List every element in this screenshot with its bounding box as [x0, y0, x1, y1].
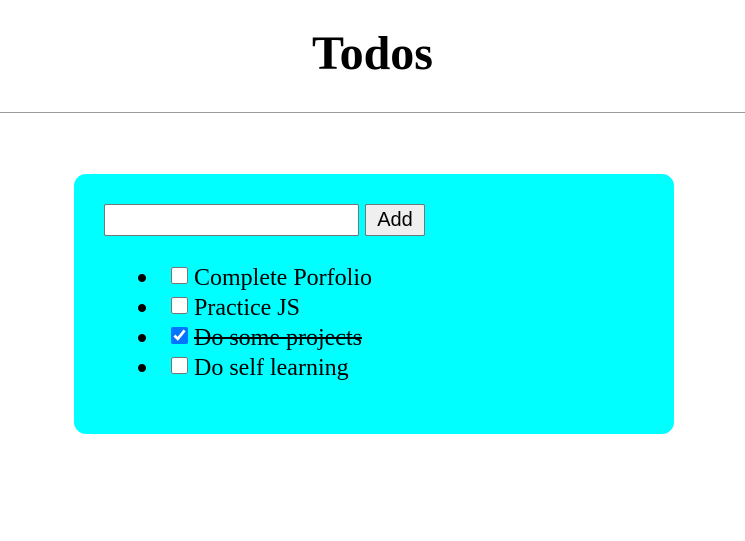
page-title: Todos [312, 27, 433, 80]
bullet-icon [138, 274, 146, 282]
todo-checkbox[interactable] [171, 297, 188, 314]
todo-text: Do self learning [194, 355, 349, 381]
todo-checkbox[interactable] [171, 267, 188, 284]
add-button[interactable]: Add [365, 204, 425, 236]
bullet-icon [138, 334, 146, 342]
todo-checkbox[interactable] [171, 327, 188, 344]
todo-checkbox[interactable] [171, 357, 188, 374]
todo-input[interactable] [104, 204, 359, 236]
bullet-icon [138, 364, 146, 372]
todo-text: Do some projects [194, 325, 362, 351]
todo-text: Complete Porfolio [194, 265, 372, 291]
todo-text: Practice JS [194, 295, 300, 321]
header-divider [0, 112, 745, 113]
bullet-icon [138, 304, 146, 312]
todo-card: Add Complete Porfolio Practice JS Do som… [74, 174, 674, 434]
